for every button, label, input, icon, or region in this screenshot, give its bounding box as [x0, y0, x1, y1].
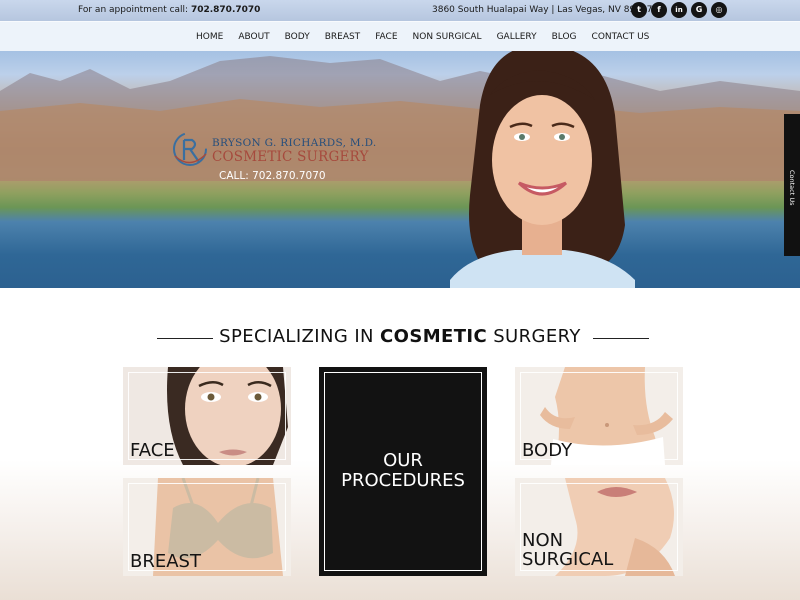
breast-card[interactable]: BREAST — [123, 478, 291, 576]
non-surgical-line1: NON — [522, 530, 564, 551]
body-card-label: BODY — [522, 440, 573, 461]
nav-item-about[interactable]: ABOUT — [238, 32, 269, 42]
hero-call-text[interactable]: CALL: 702.870.7070 — [219, 170, 326, 182]
google-plus-icon[interactable]: G — [691, 2, 707, 18]
logo-practice-name: COSMETIC SURGERY — [212, 149, 369, 165]
non-surgical-line2: SURGICAL — [522, 549, 614, 570]
hero-banner: BRYSON G. RICHARDS, M.D. COSMETIC SURGER… — [0, 51, 800, 288]
appointment-phone-link[interactable]: 702.870.7070 — [191, 5, 260, 15]
twitter-icon[interactable]: t — [631, 2, 647, 18]
linkedin-icon[interactable]: in — [671, 2, 687, 18]
appointment-text: For an appointment call: 702.870.7070 — [78, 5, 260, 15]
face-card[interactable]: FACE — [123, 367, 291, 465]
instagram-icon[interactable]: ◎ — [711, 2, 727, 18]
contact-tab-label: Contact Us — [788, 170, 796, 206]
procedures-card-label: OUR PROCEDURES — [319, 451, 487, 491]
nav-item-face[interactable]: FACE — [375, 32, 397, 42]
nav-item-non-surgical[interactable]: NON SURGICAL — [413, 32, 482, 42]
procedures-line2: PROCEDURES — [341, 470, 465, 491]
address-text: 3860 South Hualapai Way | Las Vegas, NV … — [432, 5, 653, 15]
heading-post: SURGERY — [487, 326, 581, 347]
facebook-icon[interactable]: f — [651, 2, 667, 18]
body-card[interactable]: BODY — [515, 367, 683, 465]
procedures-line1: OUR — [383, 450, 423, 471]
nav-item-home[interactable]: HOME — [196, 32, 223, 42]
heading-bold: COSMETIC — [380, 326, 488, 347]
top-bar: For an appointment call: 702.870.7070 38… — [0, 0, 800, 21]
our-procedures-card[interactable]: OUR PROCEDURES — [319, 367, 487, 576]
nav-item-blog[interactable]: BLOG — [552, 32, 577, 42]
nav-item-breast[interactable]: BREAST — [325, 32, 360, 42]
appointment-prefix: For an appointment call: — [78, 5, 191, 15]
contact-us-tab[interactable]: Contact Us — [784, 114, 800, 256]
breast-card-label: BREAST — [130, 551, 201, 572]
heading-rule-right — [593, 338, 649, 339]
nav-item-body[interactable]: BODY — [285, 32, 310, 42]
non-surgical-card[interactable]: NON SURGICAL — [515, 478, 683, 576]
face-card-label: FACE — [130, 440, 175, 461]
nav-item-gallery[interactable]: GALLERY — [497, 32, 537, 42]
section-heading: SPECIALIZING IN COSMETIC SURGERY — [0, 326, 800, 347]
non-surgical-card-label: NON SURGICAL — [522, 531, 613, 569]
mountain-landscape — [0, 56, 800, 181]
logo-doctor-name: BRYSON G. RICHARDS, M.D. — [212, 137, 377, 149]
heading-pre: SPECIALIZING IN — [219, 326, 381, 347]
nav-item-contact-us[interactable]: CONTACT US — [592, 32, 650, 42]
woman-portrait — [450, 51, 635, 288]
main-nav: HOME ABOUT BODY BREAST FACE NON SURGICAL GALLE… — [0, 21, 800, 51]
